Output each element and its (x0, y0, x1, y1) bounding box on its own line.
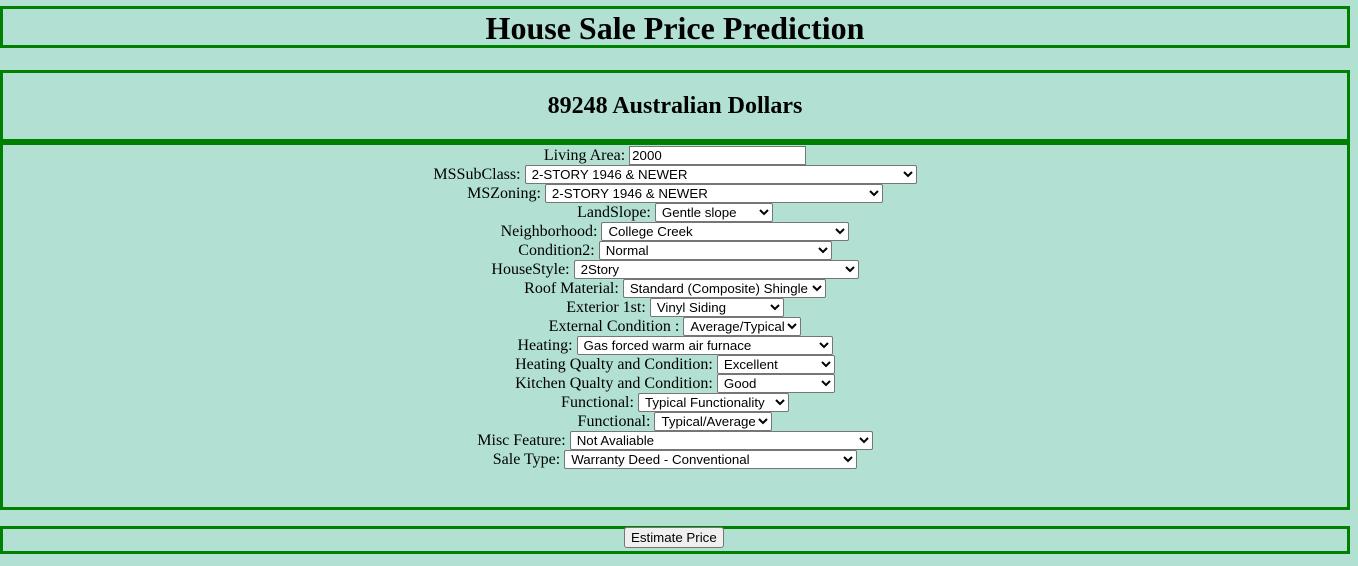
heating-quality-select[interactable]: Excellent (716, 355, 835, 374)
title-panel: House Sale Price Prediction (0, 6, 1350, 48)
result-panel: 89248 Australian Dollars (0, 70, 1350, 142)
mszoning-select[interactable]: 2-STORY 1946 & NEWER (544, 184, 883, 203)
kitchen-quality-select[interactable]: Good (716, 374, 835, 393)
roof-material-label: Roof Material: (524, 280, 619, 297)
landslope-label: LandSlope: (577, 204, 651, 221)
neighborhood-row: Neighborhood: College Creek (3, 222, 1347, 241)
external-condition-row: External Condition : Average/Typical (3, 317, 1347, 336)
kitchen-quality-label: Kitchen Qualty and Condition: (515, 375, 713, 392)
kitchen-quality-row: Kitchen Qualty and Condition: Good (3, 374, 1347, 393)
mssubclass-row: MSSubClass: 2-STORY 1946 & NEWER (3, 165, 1347, 184)
landslope-select[interactable]: Gentle slope (654, 203, 773, 222)
functional-label: Functional: (561, 394, 634, 411)
condition2-label: Condition2: (518, 242, 595, 259)
mszoning-label: MSZoning: (467, 185, 541, 202)
condition2-row: Condition2: Normal (3, 241, 1347, 260)
sale-type-row: Sale Type: Warranty Deed - Conventional (3, 450, 1347, 469)
housestyle-row: HouseStyle: 2Story (3, 260, 1347, 279)
mssubclass-select[interactable]: 2-STORY 1946 & NEWER (524, 165, 917, 184)
landslope-row: LandSlope: Gentle slope (3, 203, 1347, 222)
housestyle-label: HouseStyle: (491, 261, 570, 278)
mssubclass-label: MSSubClass: (433, 166, 521, 183)
heating-label: Heating: (517, 337, 573, 354)
sale-type-label: Sale Type: (492, 451, 561, 468)
exterior1st-row: Exterior 1st: Vinyl Siding (3, 298, 1347, 317)
roof-material-select[interactable]: Standard (Composite) Shingle (622, 279, 826, 298)
neighborhood-label: Neighborhood: (500, 223, 598, 240)
page-title: House Sale Price Prediction (485, 10, 865, 46)
sale-type-select[interactable]: Warranty Deed - Conventional (564, 450, 858, 469)
exterior1st-select[interactable]: Vinyl Siding (649, 298, 784, 317)
misc-feature-select[interactable]: Not Avaliable (569, 431, 873, 450)
functional-average-row: Functional: Typical/Average (3, 412, 1347, 431)
living-area-row: Living Area: (3, 146, 1347, 165)
prediction-result: 89248 Australian Dollars (547, 93, 803, 119)
misc-feature-label: Misc Feature: (477, 432, 566, 449)
functional-row: Functional: Typical Functionality (3, 393, 1347, 412)
heating-select[interactable]: Gas forced warm air furnace (576, 336, 833, 355)
living-area-label: Living Area: (543, 147, 626, 164)
input-form: Living Area: MSSubClass: 2-STORY 1946 & … (0, 142, 1350, 510)
neighborhood-select[interactable]: College Creek (601, 222, 850, 241)
exterior1st-label: Exterior 1st: (566, 299, 646, 316)
living-area-input[interactable] (629, 146, 807, 165)
action-panel: Estimate Price (0, 526, 1350, 554)
roof-material-row: Roof Material: Standard (Composite) Shin… (3, 279, 1347, 298)
heating-quality-row: Heating Qualty and Condition: Excellent (3, 355, 1347, 374)
condition2-select[interactable]: Normal (598, 241, 832, 260)
heating-quality-label: Heating Qualty and Condition: (515, 356, 713, 373)
estimate-price-button[interactable]: Estimate Price (624, 527, 724, 548)
functional-average-select[interactable]: Typical/Average (654, 412, 773, 431)
functional-select[interactable]: Typical Functionality (637, 393, 789, 412)
functional-average-label: Functional: (577, 413, 651, 430)
external-condition-select[interactable]: Average/Typical (683, 317, 802, 336)
mszoning-row: MSZoning: 2-STORY 1946 & NEWER (3, 184, 1347, 203)
housestyle-select[interactable]: 2Story (573, 260, 859, 279)
misc-feature-row: Misc Feature: Not Avaliable (3, 431, 1347, 450)
heating-row: Heating: Gas forced warm air furnace (3, 336, 1347, 355)
external-condition-label: External Condition : (548, 318, 680, 335)
